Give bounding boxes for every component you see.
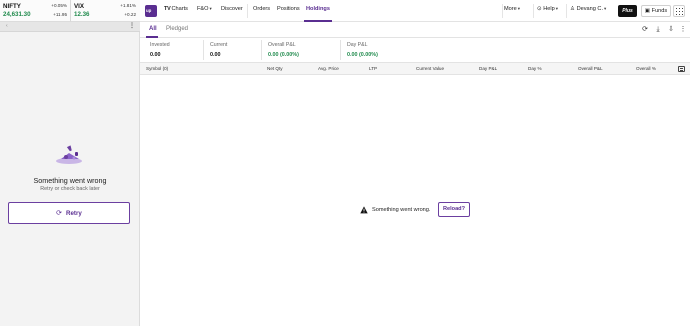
funds-button[interactable]: ▣ Funds (641, 5, 671, 17)
nav-more-label: More (504, 6, 517, 12)
error-message: Something went wrong. (372, 207, 431, 213)
column-header-overall-pct[interactable]: Overall % (636, 66, 656, 71)
retry-button[interactable]: ⟳ Retry (8, 202, 130, 224)
nav-divider (247, 4, 248, 18)
index-change-pct: +1.81% (120, 3, 136, 8)
error-illustration-icon (56, 145, 82, 164)
nav-more[interactable]: More▾ (504, 6, 520, 12)
summary-label: Current (210, 42, 228, 48)
funds-label: Funds (651, 8, 668, 14)
column-settings-icon[interactable] (678, 66, 685, 72)
nav-fno-label: F&O (197, 6, 209, 12)
warning-icon (360, 206, 368, 214)
column-header-day-pl[interactable]: Day P&L (479, 66, 497, 71)
watchlist-panel: NIFTY 24,631.30 +0.05% +11.95 VIX 12.36 … (0, 0, 140, 326)
nav-positions[interactable]: Positions (277, 6, 300, 12)
wallet-icon: ▣ (644, 8, 651, 14)
index-name: VIX (74, 3, 84, 10)
nav-help[interactable]: ⊙ Help▾ (537, 6, 558, 12)
summary-day-pl: Day P&L 0.00 (0.00%) (340, 40, 420, 60)
nav-divider (533, 4, 534, 18)
column-header-current-value[interactable]: Current Value (416, 66, 444, 71)
index-change-abs: +0.22 (124, 12, 136, 17)
nav-divider (566, 4, 567, 18)
tab-all[interactable]: All (149, 26, 157, 32)
column-header-ltp[interactable]: LTP (369, 66, 377, 71)
index-nifty[interactable]: NIFTY 24,631.30 +0.05% +11.95 (0, 0, 70, 22)
download-icon[interactable]: ⤓ (654, 26, 662, 34)
plus-button[interactable]: Plus (618, 5, 637, 17)
user-icon: ♙ (570, 6, 576, 12)
nav-fno[interactable]: F&O▾ (197, 6, 212, 12)
help-icon: ⊙ (537, 6, 542, 12)
tab-pledged[interactable]: Pledged (166, 26, 188, 32)
nav-orders[interactable]: Orders (253, 6, 270, 12)
nav-divider (502, 4, 503, 18)
holdings-error: Something went wrong. (360, 203, 430, 217)
column-header-avg-price[interactable]: Avg. Price (318, 66, 339, 71)
index-name: NIFTY (3, 3, 21, 10)
more-options-icon[interactable]: ⋮ (679, 26, 687, 34)
index-change-abs: +11.95 (53, 12, 67, 17)
chevron-down-icon: ▾ (517, 6, 520, 11)
tradingview-icon: TV (164, 6, 171, 12)
error-subtitle: Retry or check back later (40, 186, 100, 192)
top-navigation: up TVCharts F&O▾ Discover Orders Positio… (140, 0, 690, 22)
summary-label: Invested (150, 42, 170, 48)
holdings-table-header: Symbol (0) Net Qty Avg. Price LTP Curren… (140, 62, 690, 75)
column-header-symbol[interactable]: Symbol (0) (146, 66, 168, 71)
column-header-overall-pl[interactable]: Overall P&L (578, 66, 603, 71)
chevron-down-icon: ▾ (604, 6, 607, 11)
index-value: 24,631.30 (3, 11, 31, 18)
nav-holdings[interactable]: Holdings (306, 6, 330, 12)
summary-value: 0.00 (0.00%) (268, 52, 299, 58)
summary-label: Day P&L (347, 42, 368, 48)
refresh-icon: ⟳ (56, 209, 63, 217)
index-change-pct: +0.05% (51, 3, 67, 8)
watchlist-toolbar: ‹ ⋮ (0, 22, 140, 32)
reload-button[interactable]: Reload? (438, 202, 470, 217)
summary-label: Overall P&L (268, 42, 296, 48)
index-value: 12.36 (74, 11, 90, 18)
index-vix[interactable]: VIX 12.36 +1.81% +0.22 (70, 0, 140, 22)
chevron-down-icon: ▾ (209, 6, 212, 11)
column-header-day-pct[interactable]: Day % (528, 66, 542, 71)
error-title: Something went wrong (33, 176, 107, 185)
chevron-left-icon[interactable]: ‹ (6, 23, 8, 29)
app-logo[interactable]: up (145, 5, 157, 17)
user-menu[interactable]: ♙ Devang C.▾ (570, 6, 606, 12)
export-icon[interactable]: ⇩ (667, 26, 675, 34)
user-name: Devang C. (576, 6, 604, 12)
nav-help-label: Help (543, 6, 555, 12)
nav-charts[interactable]: TVCharts (164, 6, 188, 12)
column-header-net-qty[interactable]: Net Qty (267, 66, 283, 71)
summary-overall-pl: Overall P&L 0.00 (0.00%) (261, 40, 341, 60)
summary-current: Current 0.00 (203, 40, 263, 60)
refresh-icon[interactable]: ⟳ (641, 26, 649, 34)
chevron-down-icon: ▾ (555, 6, 558, 11)
summary-value: 0.00 (0.00%) (347, 52, 378, 58)
apps-grid-icon[interactable] (673, 5, 685, 17)
logo-text: up (146, 8, 152, 13)
holdings-summary: Invested 0.00 Current 0.00 Overall P&L 0… (140, 38, 690, 62)
nav-charts-label: Charts (171, 6, 188, 12)
holdings-tabs: All Pledged ⟳ ⤓ ⇩ ⋮ (140, 22, 690, 38)
summary-value: 0.00 (210, 52, 221, 58)
kebab-menu-icon[interactable]: ⋮ (129, 22, 135, 29)
nav-discover[interactable]: Discover (221, 6, 243, 12)
index-ticker-bar: NIFTY 24,631.30 +0.05% +11.95 VIX 12.36 … (0, 0, 140, 22)
summary-invested: Invested 0.00 (144, 40, 204, 60)
summary-value: 0.00 (150, 52, 161, 58)
retry-label: Retry (66, 209, 82, 217)
